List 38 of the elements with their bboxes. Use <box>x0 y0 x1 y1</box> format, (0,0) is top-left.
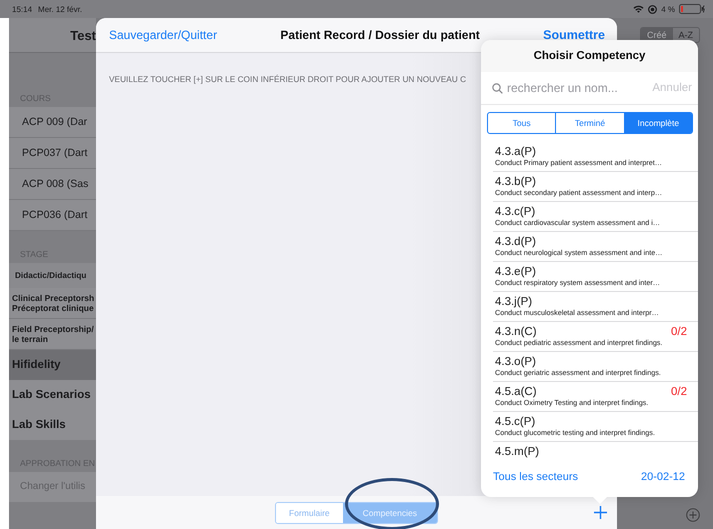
competency-code[interactable]: 4.3.e(P) <box>493 266 536 278</box>
sidebar-item[interactable]: Hifidelity <box>9 350 96 380</box>
battery-percent: 4 % <box>661 4 675 14</box>
orientation-lock-icon <box>648 4 658 14</box>
sort-option[interactable]: A-Z <box>672 28 699 42</box>
nav-title: Test <box>70 28 96 42</box>
popover-title: Choisir Competency <box>481 40 698 72</box>
competency-code[interactable]: 4.3.c(P) <box>493 206 536 218</box>
status-date: Mer. 12 févr. <box>38 4 82 14</box>
submit-button[interactable]: Soumettre <box>543 28 605 42</box>
competency-code[interactable]: 4.5.c(P) <box>493 416 536 428</box>
competency-code[interactable]: 4.3.j(P) <box>493 296 532 308</box>
search-icon <box>492 82 503 94</box>
status-time: 15:14 <box>12 4 32 14</box>
wifi-icon <box>633 5 644 13</box>
competency-code[interactable]: 4.3.b(P) <box>493 176 536 188</box>
competency-code[interactable]: 4.3.a(P) <box>493 146 536 158</box>
progress-count: 0/2 <box>671 326 687 338</box>
competency-code[interactable]: 4.3.n(C) <box>493 326 537 338</box>
sidebar-item[interactable]: Lab Scenarios <box>9 380 96 410</box>
filter-tab[interactable]: Incomplète <box>624 113 692 133</box>
save-quit-button[interactable]: Sauvegarder/Quitter <box>109 28 218 42</box>
instruction-text: VEUILLEZ TOUCHER [+] SUR LE COIN INFÉRIEUR DROIT POUR AJOUTER UN NOUVEAU C <box>109 74 468 84</box>
competency-code[interactable]: 4.3.d(P) <box>493 236 536 248</box>
sector-filter-link[interactable]: Tous les secteurs <box>493 471 578 483</box>
battery-icon <box>679 4 705 14</box>
competency-code[interactable]: 4.3.o(P) <box>493 356 536 368</box>
sidebar-item[interactable]: Lab Skills <box>9 410 96 440</box>
sidebar-item[interactable]: Didactic/Didactiqu <box>9 263 96 288</box>
search-field[interactable]: rechercher un nom... <box>507 81 648 95</box>
competency-code[interactable]: 4.5.m(P) <box>493 446 540 458</box>
modal-title: Patient Record / Dossier du patient <box>280 28 480 42</box>
date-link[interactable]: 20-02-12 <box>640 471 685 483</box>
add-icon[interactable] <box>686 508 700 522</box>
progress-count: 0/2 <box>671 386 687 398</box>
competency-code[interactable]: 4.5.a(C) <box>493 386 537 398</box>
filter-tab[interactable]: Tous <box>488 113 556 133</box>
add-icon[interactable] <box>594 506 607 519</box>
